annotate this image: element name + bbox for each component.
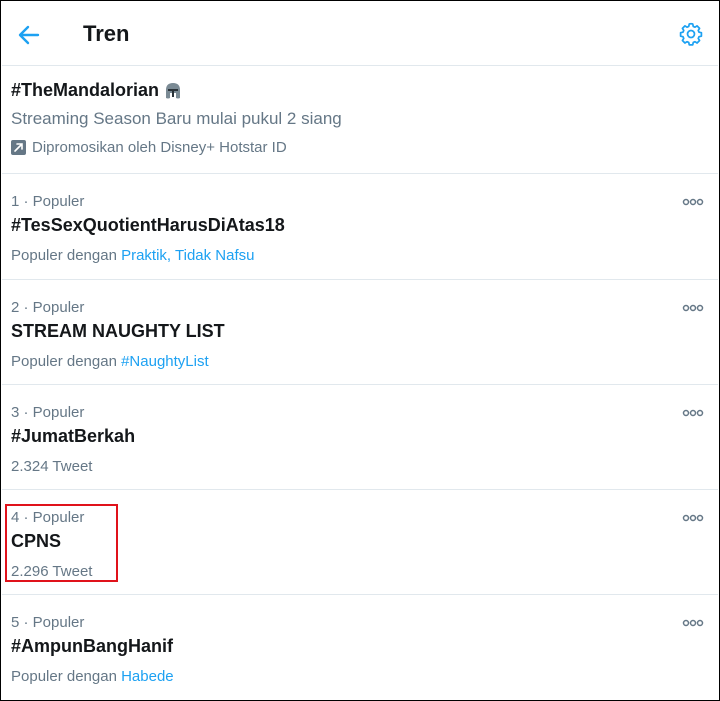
promoted-description: Streaming Season Baru mulai pukul 2 sian… <box>11 109 342 128</box>
trend-meta: 4 · Populer <box>11 509 85 526</box>
promoted-arrow-icon <box>11 140 26 155</box>
page-title: Tren <box>83 21 130 46</box>
trend-name[interactable]: STREAM NAUGHTY LIST <box>11 321 225 342</box>
trend-related-link[interactable]: Praktik, Tidak Nafsu <box>121 247 254 264</box>
trend-name[interactable]: CPNS <box>11 531 61 552</box>
promoted-hashtag-row[interactable]: #TheMandalorian <box>11 80 183 101</box>
mandalorian-helmet-icon <box>163 81 183 101</box>
trend-tweet-count: 2.324 Tweet <box>11 458 93 475</box>
header: Tren <box>2 2 718 66</box>
promoted-trend[interactable]: #TheMandalorian Streaming Season Baru mu… <box>2 67 718 174</box>
trend-name[interactable]: #TesSexQuotientHarusDiAtas18 <box>11 215 285 236</box>
more-options-icon[interactable] <box>682 301 704 313</box>
gear-icon[interactable] <box>678 21 704 47</box>
more-options-icon[interactable] <box>682 616 704 628</box>
trend-related-link[interactable]: #NaughtyList <box>121 353 209 370</box>
trend-name[interactable]: #AmpunBangHanif <box>11 636 173 657</box>
trend-item[interactable]: 1 · Populer #TesSexQuotientHarusDiAtas18… <box>2 175 718 280</box>
trend-sub-prefix: Populer dengan <box>11 247 122 264</box>
promoted-by: Dipromosikan oleh Disney+ Hotstar ID <box>11 139 287 156</box>
trends-panel: Tren #TheMandalorian Streaming Season Ba… <box>0 0 720 701</box>
trend-subtitle: Populer dengan Praktik, Tidak Nafsu <box>11 247 254 264</box>
trend-name[interactable]: #JumatBerkah <box>11 426 135 447</box>
more-options-icon[interactable] <box>682 195 704 207</box>
promoted-by-label: Dipromosikan oleh Disney+ Hotstar ID <box>32 139 287 156</box>
promoted-hashtag[interactable]: #TheMandalorian <box>11 80 159 101</box>
more-options-icon[interactable] <box>682 511 704 523</box>
trend-sub-prefix: Populer dengan <box>11 353 122 370</box>
trend-meta: 5 · Populer <box>11 614 85 631</box>
more-options-icon[interactable] <box>682 406 704 418</box>
trend-item[interactable]: 3 · Populer #JumatBerkah 2.324 Tweet <box>2 386 718 490</box>
trend-meta: 2 · Populer <box>11 299 85 316</box>
trend-tweet-count: 2.296 Tweet <box>11 563 93 580</box>
trend-meta: 3 · Populer <box>11 404 85 421</box>
trend-item[interactable]: 5 · Populer #AmpunBangHanif Populer deng… <box>2 596 718 700</box>
arrow-left-icon[interactable] <box>16 22 42 48</box>
trend-sub-prefix: Populer dengan <box>11 668 122 685</box>
trend-item[interactable]: 4 · Populer CPNS 2.296 Tweet <box>2 491 718 595</box>
trend-item[interactable]: 2 · Populer STREAM NAUGHTY LIST Populer … <box>2 281 718 385</box>
trend-meta: 1 · Populer <box>11 193 85 210</box>
trend-related-link[interactable]: Habede <box>121 668 174 685</box>
trend-subtitle: Populer dengan Habede <box>11 668 174 685</box>
trend-subtitle: Populer dengan #NaughtyList <box>11 353 209 370</box>
